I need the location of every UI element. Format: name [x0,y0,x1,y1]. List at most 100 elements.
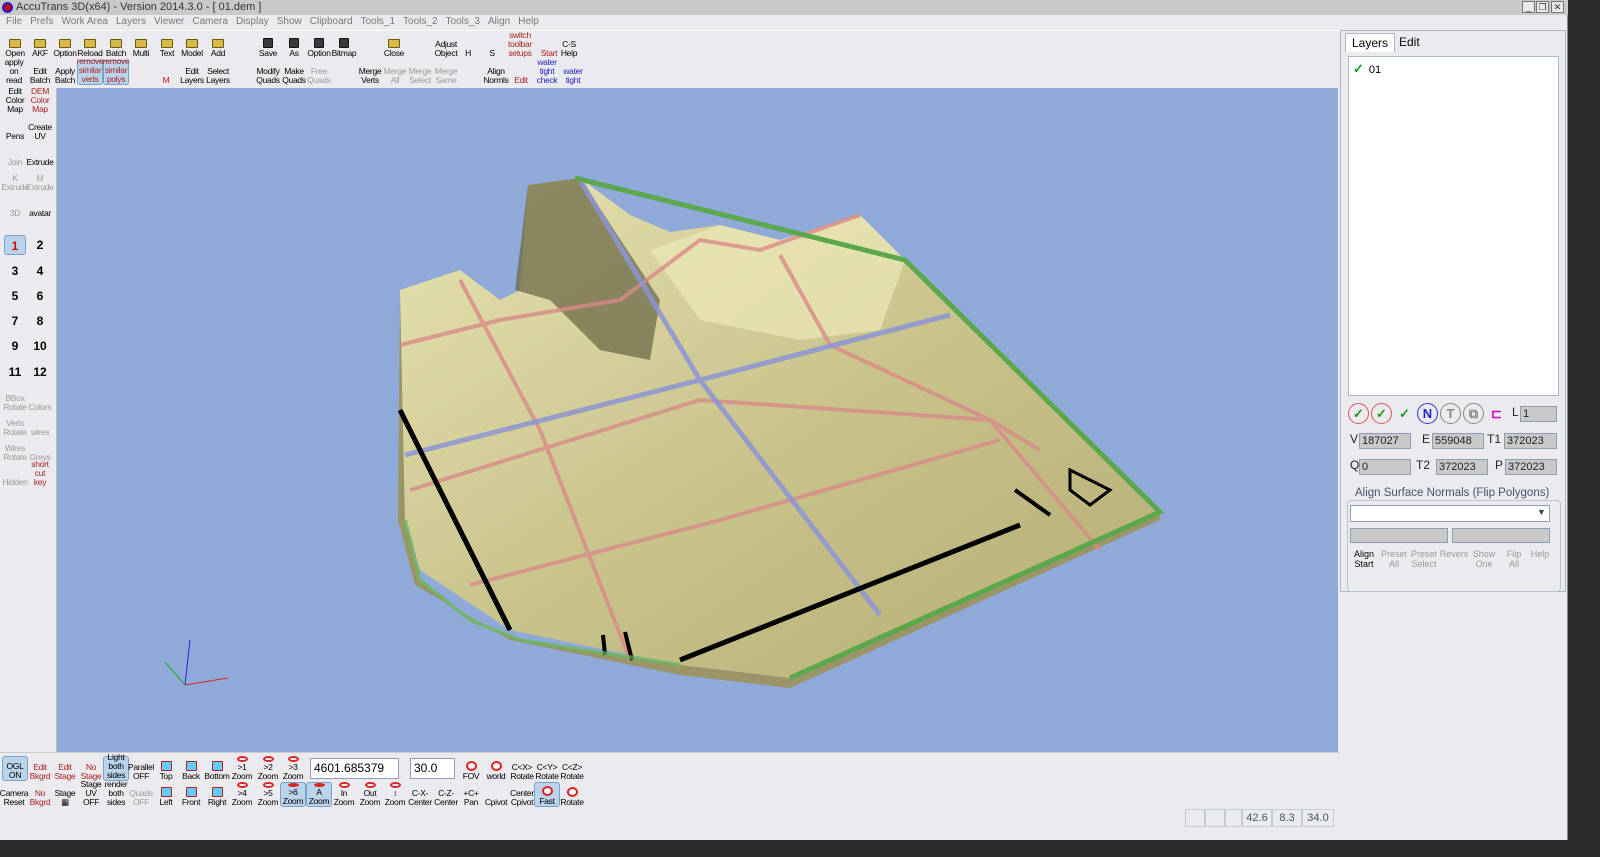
c-x-center-button[interactable]: C-X- Center [407,782,433,807]
parallel-off-button[interactable]: Parallel OFF [128,756,154,781]
create-uv-tool[interactable]: Create UV [27,117,53,141]
fov-button[interactable]: FOV [458,756,484,781]
pens-tool[interactable]: Pens [2,117,28,141]
merge-same-button[interactable]: Merge Same [433,60,459,85]
free-quads-button[interactable]: Free Quads [306,60,332,85]
join-tool[interactable]: Join [2,143,28,167]
menu-tools-1[interactable]: Tools_1 [361,16,395,27]
modify-quads-button[interactable]: Modify Quads [255,60,281,85]
preset-2-button[interactable]: 2 [29,235,51,255]
in-zoom-button[interactable]: In Zoom [331,782,357,807]
out-zoom-button[interactable]: Out Zoom [357,782,383,807]
edit-batch-button[interactable]: Edit Batch [27,60,53,85]
3-zoom-button[interactable]: >3 Zoom [280,756,306,781]
6-zoom-button[interactable]: >6 Zoom [280,782,306,807]
m-button[interactable]: M [153,60,179,85]
a-zoom-button[interactable]: A Zoom [306,782,332,807]
stage-uv-off-button[interactable]: Stage UV OFF [78,780,104,807]
show-one-button[interactable]: Show One [1468,549,1500,569]
c-z-rotate-button[interactable]: C<Z> Rotate [559,756,585,781]
menu-prefs[interactable]: Prefs [30,16,53,27]
extrude-tool[interactable]: Extrude [26,143,54,167]
s-button[interactable]: S [479,33,505,58]
option-button[interactable]: Option [52,33,78,58]
wires-rotate-tool[interactable]: Wires Rotate [2,438,28,462]
ogl-on-button[interactable]: OGL ON [2,756,28,781]
tab-layers[interactable]: Layers [1345,33,1396,52]
menu-camera[interactable]: Camera [192,16,228,27]
preset-6-button[interactable]: 6 [29,286,51,306]
restore-button[interactable]: ❐ [1536,1,1549,13]
1-zoom-button[interactable]: >1 Zoom [229,756,255,781]
edit-bkgrd-button[interactable]: Edit Bkgrd [27,756,53,781]
preset-8-button[interactable]: 8 [29,311,51,331]
open-button[interactable]: Open [2,33,28,58]
preset-all-button[interactable]: Preset All [1378,549,1410,569]
revers-button[interactable]: Revers [1438,549,1470,559]
camera-reset-button[interactable]: Camera Reset [0,782,29,807]
edit-stage-button[interactable]: Edit Stage [52,756,78,781]
tab-edit[interactable]: Edit [1393,33,1426,52]
apply-batch-button[interactable]: Apply Batch [52,60,78,85]
remove-similar-verts-button[interactable]: remove similar verts [77,57,104,85]
menu-work-area[interactable]: Work Area [61,16,108,27]
make-quads-button[interactable]: Make Quads [281,60,307,85]
align-select[interactable] [1350,505,1550,522]
water-tight-button[interactable]: water tight [560,60,586,85]
center-cpivot-button[interactable]: Center Cpivot [509,782,535,807]
right-button[interactable]: Right [204,782,230,807]
preset-3-button[interactable]: 3 [4,261,26,281]
no-bkgrd-button[interactable]: No Bkgrd [27,782,53,807]
bbox-rotate-tool[interactable]: BBox Rotate [2,388,28,412]
render-both-sides-button[interactable]: render both sides [103,780,129,807]
fov-input[interactable]: 30.0 [410,758,455,779]
5-zoom-button[interactable]: >5 Zoom [255,782,281,807]
water-tight-check-button[interactable]: water tight check [534,58,560,85]
menu-tools-3[interactable]: Tools_3 [446,16,480,27]
preset-7-button[interactable]: 7 [4,311,26,331]
close-button[interactable]: ✕ [1551,1,1564,13]
T-icon[interactable]: T [1440,403,1461,424]
cpivot-button[interactable]: Cpivot [483,782,509,807]
rotate-button[interactable]: Rotate [559,782,585,807]
top-button[interactable]: Top [153,756,179,781]
camera-distance-input[interactable]: 4601.685379 [310,758,399,779]
edit-color-map-tool[interactable]: Edit Color Map [2,87,28,114]
model-button[interactable]: Model [179,33,205,58]
multi-button[interactable]: Multi [128,33,154,58]
preset-12-button[interactable]: 12 [29,362,51,382]
close-button[interactable]: Close [381,33,407,58]
preset-5-button[interactable]: 5 [4,286,26,306]
zoom-button[interactable]: ↕ Zoom [382,782,408,807]
c-z-center-button[interactable]: C-Z- Center [433,782,459,807]
dem-color-map-tool[interactable]: DEM Color Map [27,87,53,114]
menu-file[interactable]: File [6,16,22,27]
colors-tool[interactable]: Colors [27,388,53,412]
back-button[interactable]: Back [178,756,204,781]
menu-display[interactable]: Display [236,16,269,27]
m-extrude-tool[interactable]: M Extrude [26,168,54,192]
light-both-sides-button[interactable]: Light both sides [103,753,129,781]
stage-button[interactable]: Stage ▦ [52,782,78,807]
menu-layers[interactable]: Layers [116,16,146,27]
reload-button[interactable]: Reload [77,33,103,58]
no-stage-button[interactable]: No Stage [78,756,104,781]
c-pan-button[interactable]: +C+ Pan [458,782,484,807]
batch-button[interactable]: Batch [103,33,129,58]
preset-11-button[interactable]: 11 [4,362,26,382]
select-layers-button[interactable]: Select Layers [205,60,231,85]
edit-button[interactable]: Edit [508,60,534,85]
fast-button[interactable]: Fast [534,782,560,807]
front-button[interactable]: Front [178,782,204,807]
merge-verts-button[interactable]: Merge Verts [357,60,383,85]
menu-align[interactable]: Align [488,16,510,27]
align-start-button[interactable]: Align Start [1348,549,1380,569]
merge-select-button[interactable]: Merge Select [407,60,433,85]
check-all-icon[interactable]: ✓ [1348,403,1369,424]
save-button[interactable]: Save [255,33,281,58]
3d-tool[interactable]: 3D [2,194,28,218]
chevron-down-icon[interactable]: ▼ [1537,507,1546,517]
preset-1-button[interactable]: 1 [4,235,26,255]
menu-viewer[interactable]: Viewer [154,16,184,27]
wires-tool[interactable]: wires [27,413,53,437]
